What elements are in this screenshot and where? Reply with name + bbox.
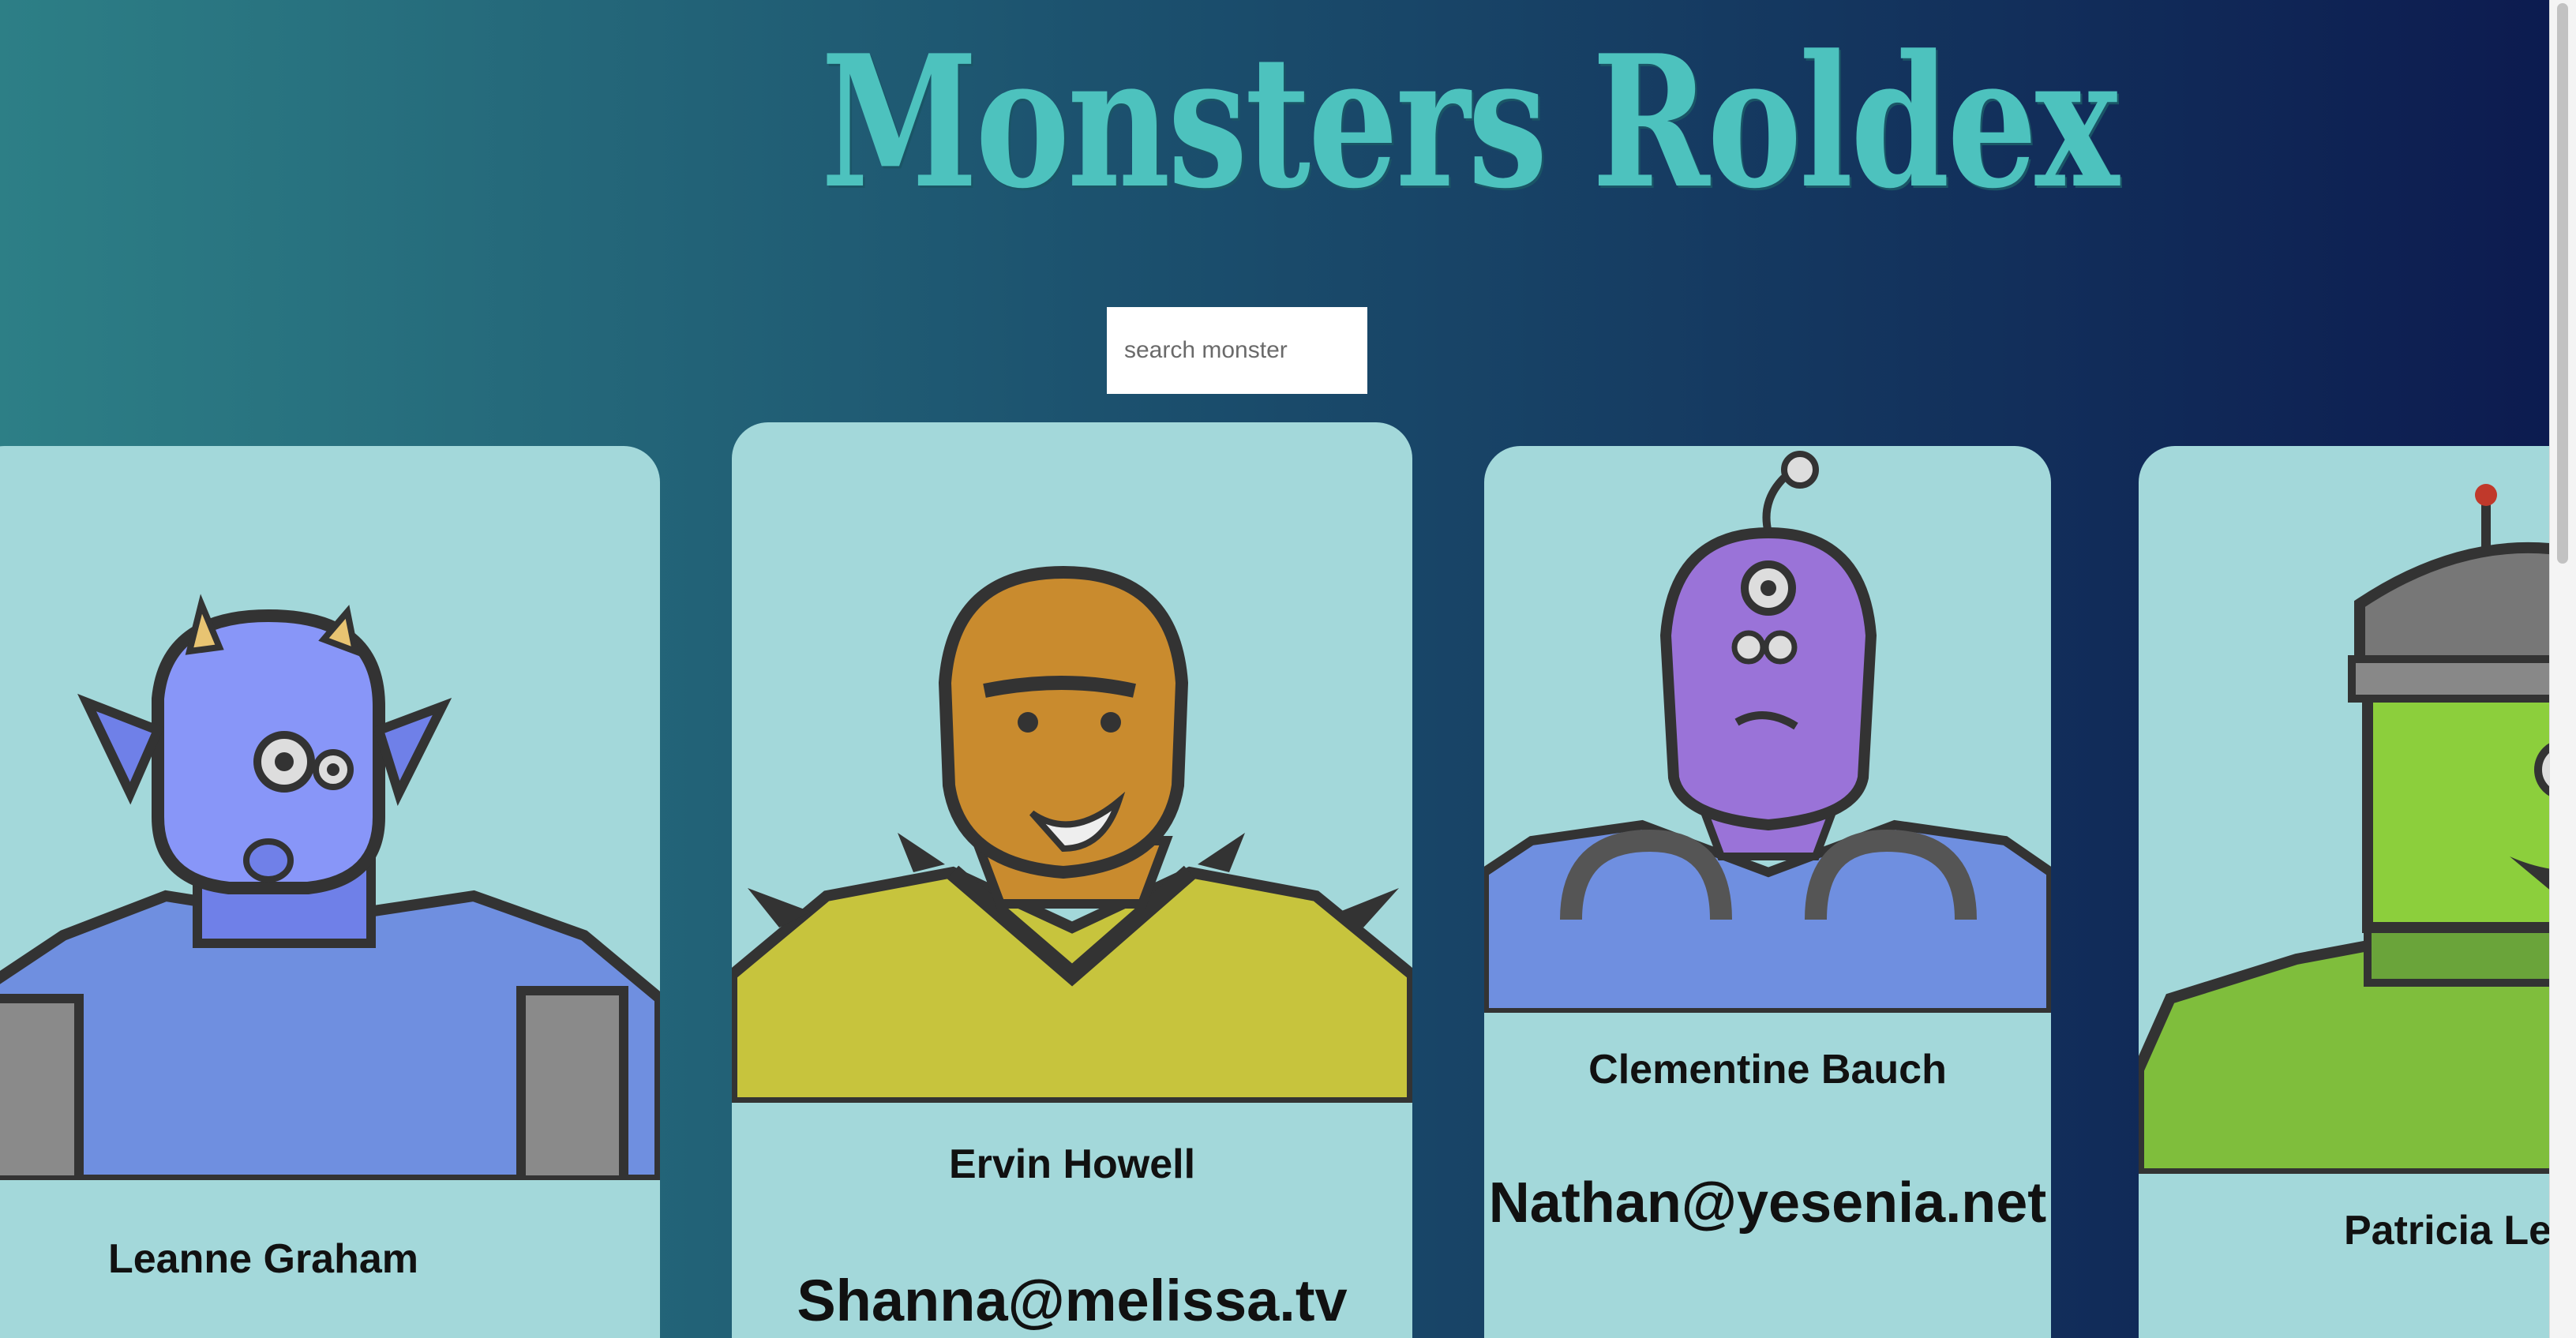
vertical-scrollbar[interactable]: [2549, 0, 2576, 1338]
monster-avatar: [732, 422, 1412, 1103]
monster-email: Shanna@melissa.tv: [797, 1268, 1348, 1333]
monster-card[interactable]: Ervin Howell Shanna@melissa.tv: [732, 422, 1412, 1338]
monster-name: Clementine Bauch: [1588, 1047, 1947, 1093]
monster-avatar: [2139, 446, 2550, 1174]
monster-card[interactable]: Leanne Graham: [0, 446, 660, 1338]
monster-name: Ervin Howell: [948, 1141, 1196, 1187]
scrollbar-thumb[interactable]: [2557, 3, 2568, 564]
monster-avatar: [1484, 446, 2051, 1013]
monster-name: Leanne Graham: [108, 1236, 419, 1282]
monster-email: Nathan@yesenia.net: [1488, 1171, 2047, 1235]
monster-avatar: [0, 446, 660, 1180]
monster-card[interactable]: Patricia Lebsack: [2139, 446, 2550, 1338]
monster-name: Patricia Lebsack: [2344, 1208, 2550, 1254]
search-input[interactable]: [1107, 307, 1367, 394]
monster-card[interactable]: Clementine Bauch Nathan@yesenia.net: [1484, 446, 2051, 1338]
app-root: Monsters Roldex search monster Leanne Gr…: [0, 0, 2550, 1338]
page-title: Monsters Roldex: [821, 16, 2119, 229]
